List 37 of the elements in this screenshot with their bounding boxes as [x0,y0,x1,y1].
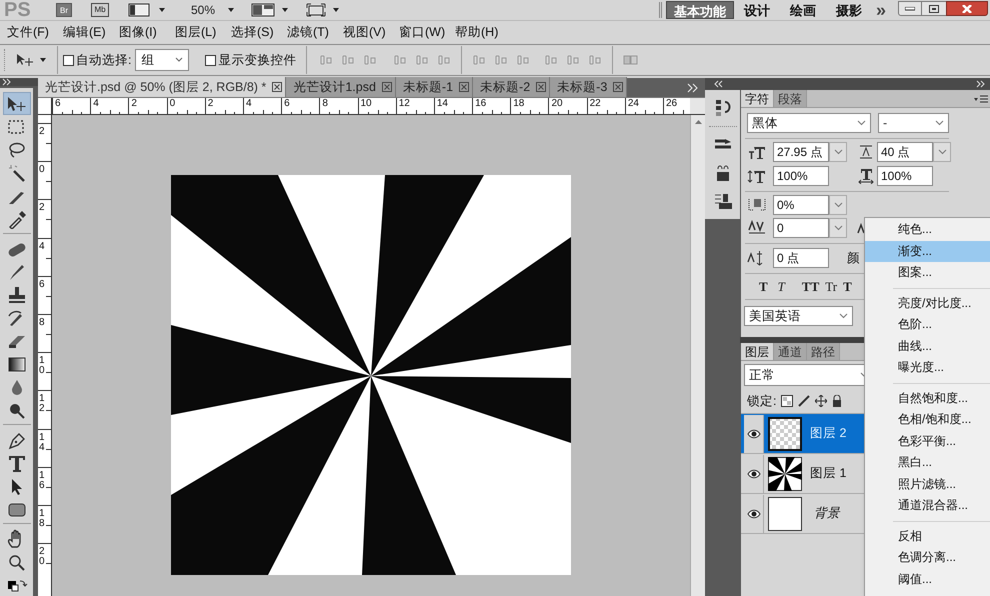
ruler-label: 2 [39,127,46,137]
ruler-label: 0 [39,165,46,176]
ruler-label: 6 [39,280,46,290]
layer-name: 背景 [814,505,840,522]
ruler-label: 12 [398,98,410,110]
ruler-label: 10 [360,98,372,110]
layer-name: 图层 2 [810,425,846,442]
layer-name: 图层 1 [810,465,846,482]
ruler-label: 4 [39,242,46,252]
ruler-label: 8 [39,318,46,328]
ruler-label: 14 [436,98,448,110]
ruler-label: 16 [475,98,486,110]
ruler-label: 2 [131,98,137,110]
ruler-label: 2 [208,98,214,110]
ruler-label: 22 [590,98,601,110]
app-logo: PS [4,0,32,20]
ruler-label: 2 [39,203,46,214]
ruler-label: 4 [246,98,252,110]
ruler-label: 18 [39,508,46,529]
ruler-label: 0 [170,98,176,110]
ruler-label: 10 [39,356,46,376]
ruler-label: 8 [322,98,328,110]
color-label: 颜 [847,250,860,267]
ruler-label: 14 [39,432,46,452]
checkbox-label: 自动选择: [76,52,132,69]
ruler-label: 26 [666,98,678,110]
checkbox-label: 显示变换控件 [218,52,296,69]
lock-label: 锁定: [747,392,776,410]
ruler-label: 20 [551,98,563,110]
ruler-label: 24 [628,98,639,110]
ruler-label: 6 [284,98,290,110]
ruler-label: 6 [55,98,61,110]
ruler-label: 4 [93,98,99,110]
ruler-label: 12 [39,394,46,414]
ruler-label: 18 [513,98,524,110]
ruler-label: 20 [39,547,46,568]
ruler-label: 16 [39,470,46,491]
